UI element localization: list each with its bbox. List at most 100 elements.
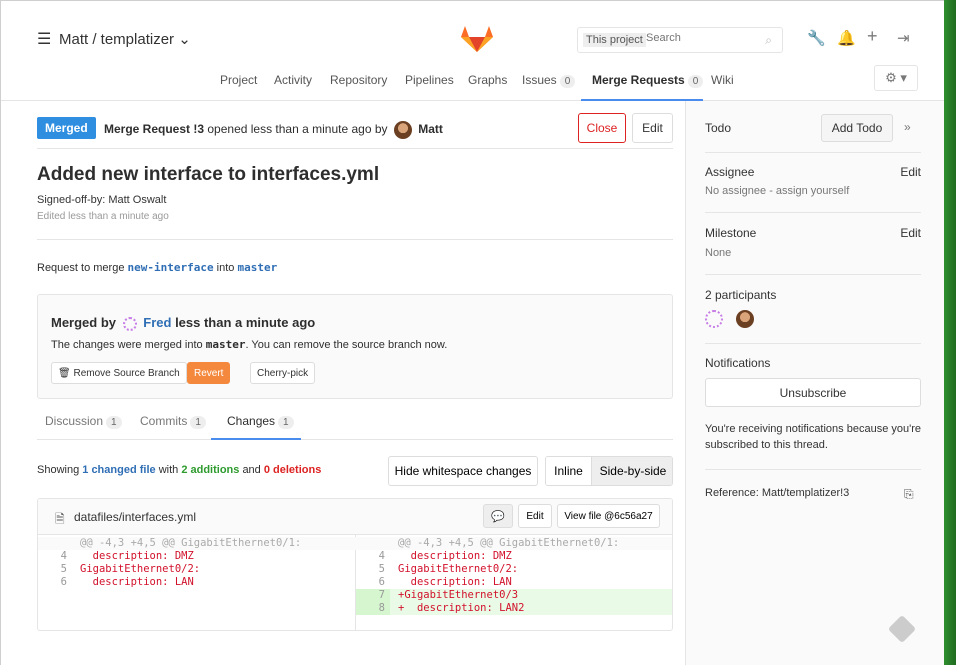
line-number[interactable]: 6 <box>38 576 72 589</box>
mr-author-link[interactable]: Matt <box>418 122 443 136</box>
unsubscribe-button[interactable]: Unsubscribe <box>705 378 921 407</box>
mr-header-bar: Merged Merge Request !3 opened less than… <box>37 113 673 149</box>
search-box[interactable]: This project ⌕ <box>577 27 783 53</box>
diff-line: 5 GigabitEthernet0/2: <box>38 563 356 576</box>
code-text: +GigabitEthernet0/3 <box>398 589 519 601</box>
wrench-icon[interactable]: 🔧 <box>807 29 826 47</box>
tab-active-indicator <box>211 438 301 440</box>
code-text: GigabitEthernet0/2: <box>80 563 201 575</box>
menu-icon[interactable]: ☰ <box>37 29 51 49</box>
nav-issues-label: Issues <box>522 73 557 87</box>
nav-activity[interactable]: Activity <box>274 73 312 87</box>
divider <box>37 239 673 240</box>
close-button[interactable]: Close <box>578 113 626 143</box>
diff-line: 6 description: LAN <box>38 576 356 589</box>
line-number[interactable]: 4 <box>356 550 390 563</box>
diff-line: 4 description: DMZ <box>38 550 356 563</box>
tab-changes[interactable]: Changes 1 <box>227 414 294 429</box>
source-branch[interactable]: new-interface <box>128 261 214 274</box>
add-todo-button[interactable]: Add Todo <box>821 114 893 142</box>
diff-file-name[interactable]: datafiles/interfaces.yml <box>74 510 196 524</box>
changed-files-link[interactable]: 1 changed file <box>82 464 155 476</box>
hide-whitespace-button[interactable]: Hide whitespace changes <box>388 456 538 486</box>
tab-discussion-label: Discussion <box>45 414 104 428</box>
nav-merge-requests-label: Merge Requests <box>592 73 685 87</box>
edit-button[interactable]: Edit <box>632 113 673 143</box>
line-number[interactable]: 5 <box>38 563 72 576</box>
code-text: description: DMZ <box>80 550 194 562</box>
merged-note-post: . You can remove the source branch now. <box>245 339 448 351</box>
plus-icon[interactable]: + <box>867 26 878 47</box>
code-text: + description: LAN2 <box>398 602 525 614</box>
nav-wiki[interactable]: Wiki <box>711 73 734 87</box>
line-number[interactable]: 7 <box>356 589 390 602</box>
inline-view-button[interactable]: Inline <box>546 457 592 485</box>
avatar[interactable] <box>736 310 754 328</box>
project-path-dropdown[interactable]: Matt / templatizer ⌄ <box>59 30 191 48</box>
reference-text: Reference: Matt/templatizer!3 <box>705 487 850 499</box>
avatar[interactable] <box>393 121 412 139</box>
merged-when: less than a minute ago <box>175 315 316 330</box>
divider <box>705 469 921 470</box>
collapse-sidebar-icon[interactable]: » <box>904 120 911 134</box>
search-icon: ⌕ <box>765 33 772 47</box>
deletions-count: 0 deletions <box>263 464 322 476</box>
additions-count: 2 additions <box>181 464 240 476</box>
nav-project[interactable]: Project <box>220 73 257 87</box>
mr-description: Signed-off-by: Matt Oswalt <box>37 194 167 206</box>
avatar[interactable] <box>122 316 137 331</box>
tab-commits-label: Commits <box>140 414 188 428</box>
nav-repository[interactable]: Repository <box>330 73 387 87</box>
commits-count-badge: 1 <box>190 416 206 429</box>
notifications-label: Notifications <box>705 356 771 370</box>
discussion-count-badge: 1 <box>106 416 122 429</box>
and-text: and <box>242 464 261 476</box>
right-sidebar: Todo Add Todo » Assignee Edit No assigne… <box>685 101 945 665</box>
bell-icon[interactable]: 🔔 <box>837 29 856 47</box>
project-nav: Project Activity Repository Pipelines Gr… <box>1 73 945 101</box>
merged-note-branch: master <box>205 338 246 351</box>
line-number[interactable]: 8 <box>356 602 390 615</box>
nav-pipelines[interactable]: Pipelines <box>405 73 454 87</box>
remove-source-branch-button[interactable]: 🗑 Remove Source Branch <box>51 362 187 384</box>
sign-out-icon[interactable]: ⇥ <box>897 29 910 47</box>
revert-button[interactable]: Revert <box>187 362 231 384</box>
settings-dropdown-button[interactable]: ⚙ ▾ <box>874 65 918 91</box>
view-file-button[interactable]: View file @6c56a27 <box>557 504 660 528</box>
line-number[interactable]: 4 <box>38 550 72 563</box>
gitlab-logo[interactable] <box>460 25 494 53</box>
side-by-side-view-button[interactable]: Side-by-side <box>592 457 672 485</box>
line-number[interactable]: 5 <box>356 563 390 576</box>
nav-graphs[interactable]: Graphs <box>468 73 507 87</box>
changes-count-badge: 1 <box>278 416 294 429</box>
nav-issues[interactable]: Issues 0 <box>522 73 576 88</box>
file-icon: 🗎 <box>55 512 65 526</box>
avatar[interactable] <box>705 310 723 328</box>
tab-commits[interactable]: Commits 1 <box>140 414 206 429</box>
line-number[interactable]: 6 <box>356 576 390 589</box>
code-text: description: LAN <box>398 576 512 588</box>
diff-left-side: @@ -4,3 +4,5 @@ GigabitEthernet0/1: 4 des… <box>38 535 356 630</box>
diff-line: 6 description: LAN <box>356 576 672 589</box>
diff-right-side: @@ -4,3 +4,5 @@ GigabitEthernet0/1: 4 des… <box>356 535 672 630</box>
target-branch[interactable]: master <box>237 261 277 274</box>
diff-file: 🗎 datafiles/interfaces.yml 💬 Edit View f… <box>37 498 673 631</box>
mr-tabs: Discussion 1 Commits 1 Changes 1 <box>37 400 673 440</box>
milestone-edit-link[interactable]: Edit <box>900 226 921 240</box>
tab-discussion[interactable]: Discussion 1 <box>45 414 122 429</box>
cherry-pick-button[interactable]: Cherry-pick <box>250 362 316 384</box>
mr-reference: Merge Request !3 <box>104 122 205 137</box>
mr-opened-text: opened less than a minute ago by <box>207 122 388 137</box>
milestone-value: None <box>705 247 732 259</box>
merger-link[interactable]: Fred <box>143 315 171 330</box>
copy-icon[interactable]: ⎘ <box>904 487 914 502</box>
diff-line: @@ -4,3 +4,5 @@ GigabitEthernet0/1: <box>356 537 672 550</box>
search-input[interactable] <box>646 32 746 44</box>
edit-file-button[interactable]: Edit <box>518 504 552 528</box>
assignee-edit-link[interactable]: Edit <box>900 165 921 179</box>
nav-merge-requests[interactable]: Merge Requests 0 <box>592 73 704 88</box>
diff-view-toggle: Inline Side-by-side <box>545 456 673 486</box>
diff-line: 5 GigabitEthernet0/2: <box>356 563 672 576</box>
toggle-comments-button[interactable]: 💬 <box>483 504 513 528</box>
assignee-value[interactable]: No assignee - assign yourself <box>705 185 849 197</box>
